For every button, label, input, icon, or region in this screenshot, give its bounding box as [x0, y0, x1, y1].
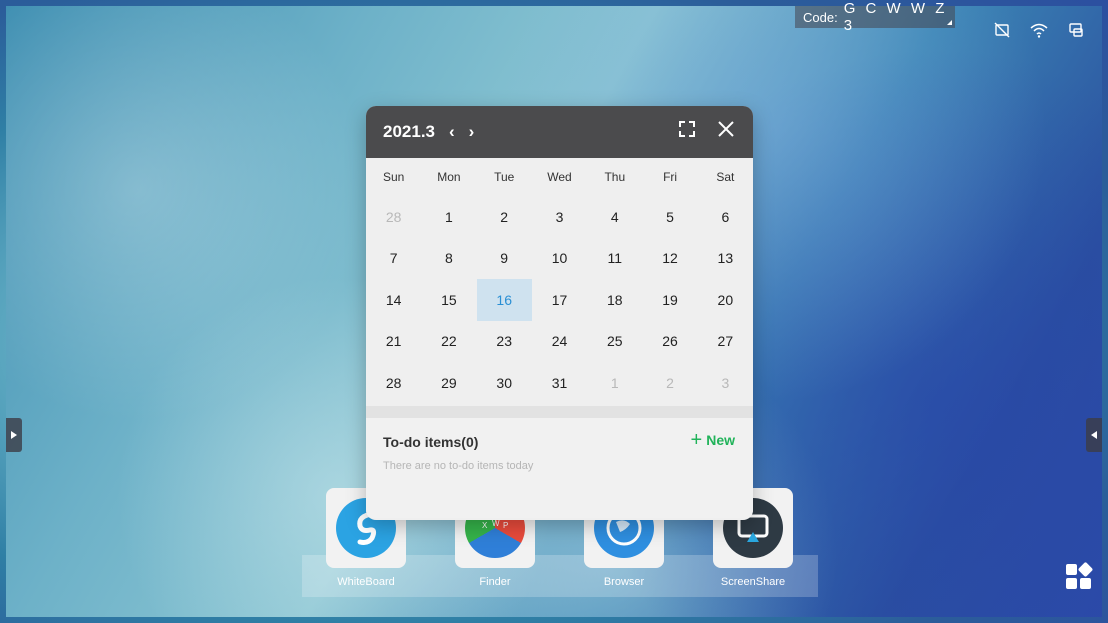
screen-off-icon[interactable]: [994, 22, 1010, 38]
weekday-label: Tue: [494, 170, 515, 184]
calendar-day[interactable]: 14: [366, 279, 421, 321]
svg-text:X: X: [482, 521, 488, 530]
calendar-day[interactable]: 25: [587, 321, 642, 363]
calendar-day[interactable]: 20: [698, 279, 753, 321]
weekday-label: Fri: [663, 170, 678, 184]
calendar-day[interactable]: 8: [421, 238, 476, 280]
calendar-widget: 2021.3 ‹ › Sun Mon Tue Wed Thu Fri Sat 2…: [366, 106, 753, 520]
new-todo-button[interactable]: + New: [690, 428, 735, 451]
calendar-day[interactable]: 2: [477, 196, 532, 238]
calendar-day[interactable]: 28: [366, 196, 421, 238]
calendar-day[interactable]: 6: [698, 196, 753, 238]
prev-month-button[interactable]: ‹: [449, 122, 455, 142]
calendar-day[interactable]: 30: [477, 362, 532, 404]
arrow-left-icon: [1091, 431, 1097, 439]
day-grid: 28 1 2 3 4 5 6 7 8 9 10 11 12 13 14 15 1…: [366, 196, 753, 404]
calendar-day[interactable]: 28: [366, 362, 421, 404]
code-label: Code:: [803, 9, 838, 25]
code-value: G C W W Z 3: [843, 0, 948, 34]
todo-section: To-do items(0) There are no to-do items …: [366, 417, 753, 518]
app-grid-icon[interactable]: [1064, 562, 1094, 597]
calendar-day[interactable]: 23: [477, 321, 532, 363]
room-code-box[interactable]: Code: G C W W Z 3: [795, 0, 955, 34]
calendar-day[interactable]: 1: [587, 362, 642, 404]
calendar-day[interactable]: 12: [642, 238, 697, 280]
svg-text:P: P: [503, 521, 508, 530]
app-label-finder: Finder: [479, 576, 511, 588]
calendar-day[interactable]: 22: [421, 321, 476, 363]
calendar-day[interactable]: 15: [421, 279, 476, 321]
calendar-day[interactable]: 11: [587, 238, 642, 280]
calendar-day[interactable]: 19: [642, 279, 697, 321]
app-label-browser: Browser: [603, 576, 645, 588]
calendar-day[interactable]: 1: [421, 196, 476, 238]
calendar-day[interactable]: 5: [642, 196, 697, 238]
weekday-label: Thu: [604, 170, 626, 184]
new-todo-label: New: [706, 431, 735, 448]
calendar-header: 2021.3 ‹ ›: [366, 106, 753, 158]
calendar-day[interactable]: 7: [366, 238, 421, 280]
calendar-day[interactable]: 26: [642, 321, 697, 363]
calendar-month-title: 2021.3: [383, 122, 435, 141]
weekday-label: Sat: [716, 170, 735, 184]
calendar-day[interactable]: 13: [698, 238, 753, 280]
calendar-day[interactable]: 18: [587, 279, 642, 321]
calendar-day[interactable]: 27: [698, 321, 753, 363]
calendar-day[interactable]: 29: [421, 362, 476, 404]
screen-mirror-icon[interactable]: [1068, 22, 1084, 38]
todo-empty-message: There are no to-do items today: [383, 459, 534, 472]
calendar-day[interactable]: 17: [532, 279, 587, 321]
calendar-day[interactable]: 24: [532, 321, 587, 363]
weekday-row: Sun Mon Tue Wed Thu Fri Sat: [366, 158, 753, 196]
calendar-day[interactable]: 10: [532, 238, 587, 280]
expand-icon[interactable]: [679, 121, 695, 142]
calendar-day-selected[interactable]: 16: [476, 279, 532, 321]
next-month-button[interactable]: ›: [469, 122, 475, 142]
weekday-label: Mon: [437, 170, 461, 184]
left-drawer-handle[interactable]: [6, 418, 22, 452]
todo-title: To-do items(0): [383, 433, 479, 450]
weekday-label: Wed: [547, 170, 572, 184]
app-label-screenshare: ScreenShare: [720, 576, 786, 588]
calendar-day[interactable]: 9: [477, 238, 532, 280]
arrow-right-icon: [11, 431, 17, 439]
app-label-whiteboard: WhiteBoard: [337, 576, 395, 588]
weekday-label: Sun: [382, 170, 405, 184]
svg-text:W: W: [492, 519, 500, 528]
calendar-day[interactable]: 31: [532, 362, 587, 404]
calendar-day[interactable]: 3: [698, 362, 753, 404]
plus-icon: +: [690, 428, 703, 451]
right-drawer-handle[interactable]: [1086, 418, 1102, 452]
calendar-day[interactable]: 2: [642, 362, 697, 404]
corner-icon: [947, 20, 952, 25]
status-icons: [994, 22, 1084, 38]
wifi-icon[interactable]: [1030, 22, 1048, 38]
close-icon[interactable]: [717, 120, 735, 143]
calendar-day[interactable]: 3: [532, 196, 587, 238]
section-divider: [366, 405, 753, 418]
calendar-day[interactable]: 4: [587, 196, 642, 238]
calendar-day[interactable]: 21: [366, 321, 421, 363]
